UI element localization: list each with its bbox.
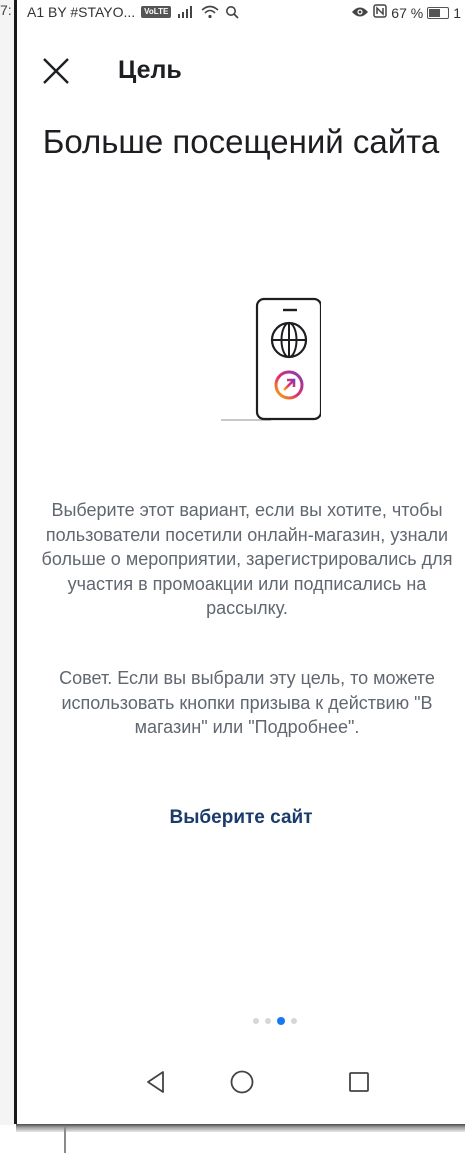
pager-dot	[265, 1018, 271, 1024]
select-site-button[interactable]: Выберите сайт	[17, 807, 465, 829]
status-bar: A1 BY #STAYO... VoLTE 67 % 1	[17, 0, 465, 26]
phone-globe-icon	[221, 296, 323, 422]
recents-square-icon	[349, 1072, 369, 1092]
volte-badge: VoLTE	[141, 6, 172, 18]
battery-icon	[427, 6, 450, 19]
status-trailing: 1	[453, 4, 461, 21]
header: Цель	[17, 46, 465, 98]
clock-fragment: 7:	[0, 2, 12, 18]
pager-dot	[253, 1018, 259, 1024]
nav-recents-button[interactable]	[339, 1062, 379, 1102]
nfc-icon	[373, 4, 388, 21]
close-icon	[43, 58, 69, 84]
objective-tip: Совет. Если вы выбрали эту цель, то може…	[59, 668, 435, 737]
status-bar-right: 67 % 1	[351, 4, 461, 21]
back-triangle-icon	[147, 1071, 164, 1093]
nav-home-button[interactable]	[222, 1062, 262, 1102]
page-title: Цель	[118, 56, 182, 84]
eye-icon	[351, 5, 369, 21]
battery-percent: 67 %	[391, 4, 424, 21]
navigation-bar	[17, 1054, 465, 1114]
pager-dot	[291, 1018, 297, 1024]
search-icon	[225, 5, 239, 19]
pager-dot-active	[277, 1017, 285, 1025]
battery-level	[429, 8, 441, 17]
pager-dots	[253, 1017, 297, 1025]
signal-icon	[177, 6, 195, 18]
phone-screen: A1 BY #STAYO... VoLTE 67 % 1 Цель Больше…	[14, 0, 465, 1124]
carrier-name: A1 BY #STAYO...	[27, 4, 136, 20]
status-bar-left: A1 BY #STAYO... VoLTE	[27, 4, 239, 20]
page-margin-line	[64, 1126, 66, 1153]
nav-back-button[interactable]	[136, 1062, 176, 1102]
wifi-icon	[201, 5, 219, 19]
objective-title: Больше посещений сайта	[42, 123, 440, 160]
objective-description: Выберите этот вариант, если вы хотите, ч…	[41, 500, 453, 618]
close-button[interactable]	[39, 54, 73, 88]
home-circle-icon	[230, 1070, 254, 1094]
screenshot-left-margin: 7:	[0, 0, 14, 1125]
screenshot-shadow	[16, 1124, 465, 1132]
